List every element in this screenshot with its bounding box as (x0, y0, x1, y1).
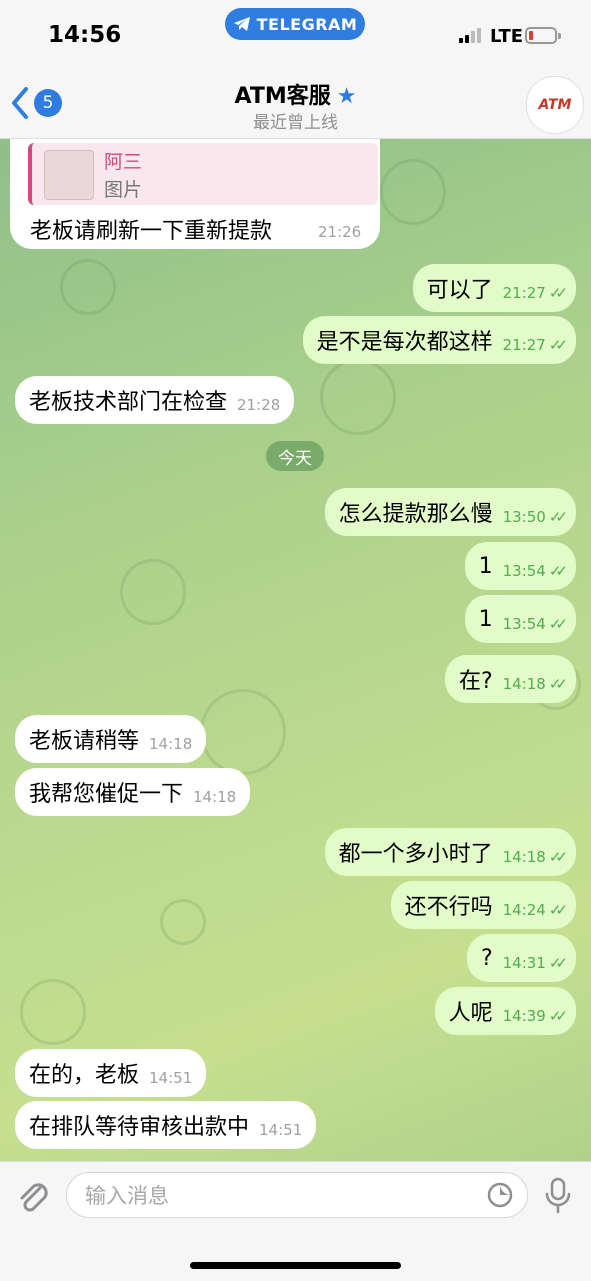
message-text: 怎么提款那么慢 (338, 502, 493, 527)
message-text: 都一个多小时了 (338, 842, 493, 867)
avatar[interactable]: ATM (526, 76, 584, 134)
message-list[interactable]: 阿三 图片 老板请刷新一下重新提款 21:26 今天 可以了 21:27 ✓✓ 是不是… (0, 139, 591, 1161)
outgoing-message[interactable]: 1 13:54 ✓✓ (464, 542, 576, 590)
outgoing-message[interactable]: 都一个多小时了 14:18 ✓✓ (324, 828, 576, 876)
outgoing-message[interactable]: 1 13:54 ✓✓ (464, 595, 576, 643)
message-time: 14:18 (502, 675, 546, 693)
message-text: 可以了 (426, 278, 493, 303)
composer-bar (0, 1161, 591, 1281)
message-text: 在排队等待审核出款中 (29, 1115, 250, 1140)
message-text: 1 (478, 553, 493, 579)
read-check-icon: ✓✓ (548, 508, 568, 526)
message-text: 还不行吗 (404, 895, 493, 920)
outgoing-message[interactable]: 还不行吗 14:24 ✓✓ (390, 881, 576, 929)
message-text: 是不是每次都这样 (316, 330, 493, 355)
incoming-message[interactable]: 在的，老板 14:51 (15, 1049, 207, 1097)
microphone-icon[interactable] (542, 1176, 574, 1216)
wallpaper-doodle (120, 559, 186, 625)
banner-label: TELEGRAM (256, 14, 358, 34)
reply-thumbnail (44, 150, 94, 200)
telegram-icon (233, 17, 250, 31)
read-check-icon: ✓✓ (548, 954, 568, 972)
message-time: 21:27 (502, 284, 546, 302)
message-time: 13:54 (502, 562, 546, 580)
outgoing-message[interactable]: 是不是每次都这样 21:27 ✓✓ (302, 316, 576, 364)
message-time: 14:39 (502, 1007, 546, 1025)
incoming-message[interactable]: 在排队等待审核出款中 14:51 (15, 1101, 317, 1149)
chat-title[interactable]: ATM客服 ★ (0, 78, 591, 110)
message-text: ? (480, 945, 493, 971)
clock: 14:56 (48, 22, 122, 48)
message-input-wrapper (66, 1172, 528, 1218)
read-check-icon: ✓✓ (548, 562, 568, 580)
outgoing-message[interactable]: 在? 14:18 ✓✓ (444, 655, 576, 703)
read-check-icon: ✓✓ (548, 615, 568, 633)
message-time: 14:24 (502, 901, 546, 919)
message-time: 14:18 (193, 788, 237, 806)
wallpaper-doodle (20, 979, 86, 1045)
chat-header: 5 ATM客服 ★ 最近曾上线 ATM (0, 70, 591, 139)
date-divider: 今天 (266, 441, 324, 471)
incoming-message[interactable]: 我帮您催促一下 14:18 (15, 768, 251, 816)
message-text: 在的，老板 (29, 1063, 140, 1088)
outgoing-message[interactable]: 可以了 21:27 ✓✓ (412, 264, 576, 312)
reply-quote[interactable]: 阿三 图片 (28, 143, 378, 205)
home-indicator (190, 1262, 401, 1269)
wallpaper-doodle (380, 159, 446, 225)
wallpaper-doodle (200, 689, 286, 775)
message-time: 14:31 (502, 954, 546, 972)
reply-sender: 阿三 (104, 151, 143, 173)
wallpaper-doodle (160, 899, 206, 945)
message-time: 13:50 (502, 508, 546, 526)
signal-icon (459, 28, 481, 43)
read-check-icon: ✓✓ (548, 336, 568, 354)
read-check-icon: ✓✓ (548, 901, 568, 919)
message-time: 21:28 (237, 396, 281, 414)
message-with-reply[interactable]: 阿三 图片 老板请刷新一下重新提款 21:26 (10, 139, 380, 249)
outgoing-message[interactable]: ? 14:31 ✓✓ (466, 934, 576, 982)
incoming-message[interactable]: 老板技术部门在检查 21:28 (15, 376, 295, 424)
outgoing-message[interactable]: 人呢 14:39 ✓✓ (434, 987, 576, 1035)
attach-icon[interactable] (14, 1176, 50, 1216)
incoming-message[interactable]: 老板请稍等 14:18 (15, 715, 207, 763)
message-text: 老板技术部门在检查 (29, 390, 228, 415)
network-label: LTE (490, 26, 524, 47)
message-time: 13:54 (502, 615, 546, 633)
message-time: 21:26 (318, 223, 362, 241)
read-check-icon: ✓✓ (548, 675, 568, 693)
message-text: 在? (458, 669, 493, 694)
read-check-icon: ✓✓ (548, 848, 568, 866)
read-check-icon: ✓✓ (548, 1007, 568, 1025)
status-bar: 14:56 TELEGRAM LTE (0, 0, 591, 70)
reply-type: 图片 (104, 179, 143, 201)
telegram-banner[interactable]: TELEGRAM (225, 8, 365, 40)
message-time: 14:18 (149, 735, 193, 753)
wallpaper-doodle (320, 359, 396, 435)
message-text: 1 (478, 606, 493, 632)
message-time: 14:51 (149, 1069, 193, 1087)
battery-icon (525, 27, 561, 44)
message-input[interactable] (83, 1181, 467, 1211)
read-check-icon: ✓✓ (548, 284, 568, 302)
last-seen: 最近曾上线 (253, 113, 338, 133)
message-time: 14:18 (502, 848, 546, 866)
sticker-icon[interactable] (487, 1182, 513, 1208)
wallpaper-doodle (60, 259, 116, 315)
message-time: 14:51 (259, 1121, 303, 1139)
star-icon: ★ (336, 84, 357, 109)
message-text: 我帮您催促一下 (29, 782, 184, 807)
message-text: 老板请稍等 (29, 729, 140, 754)
message-time: 21:27 (502, 336, 546, 354)
outgoing-message[interactable]: 怎么提款那么慢 13:50 ✓✓ (324, 488, 576, 536)
message-text: 老板请刷新一下重新提款 (30, 219, 273, 244)
message-text: 人呢 (448, 1001, 493, 1026)
chat-name: ATM客服 (234, 84, 331, 109)
